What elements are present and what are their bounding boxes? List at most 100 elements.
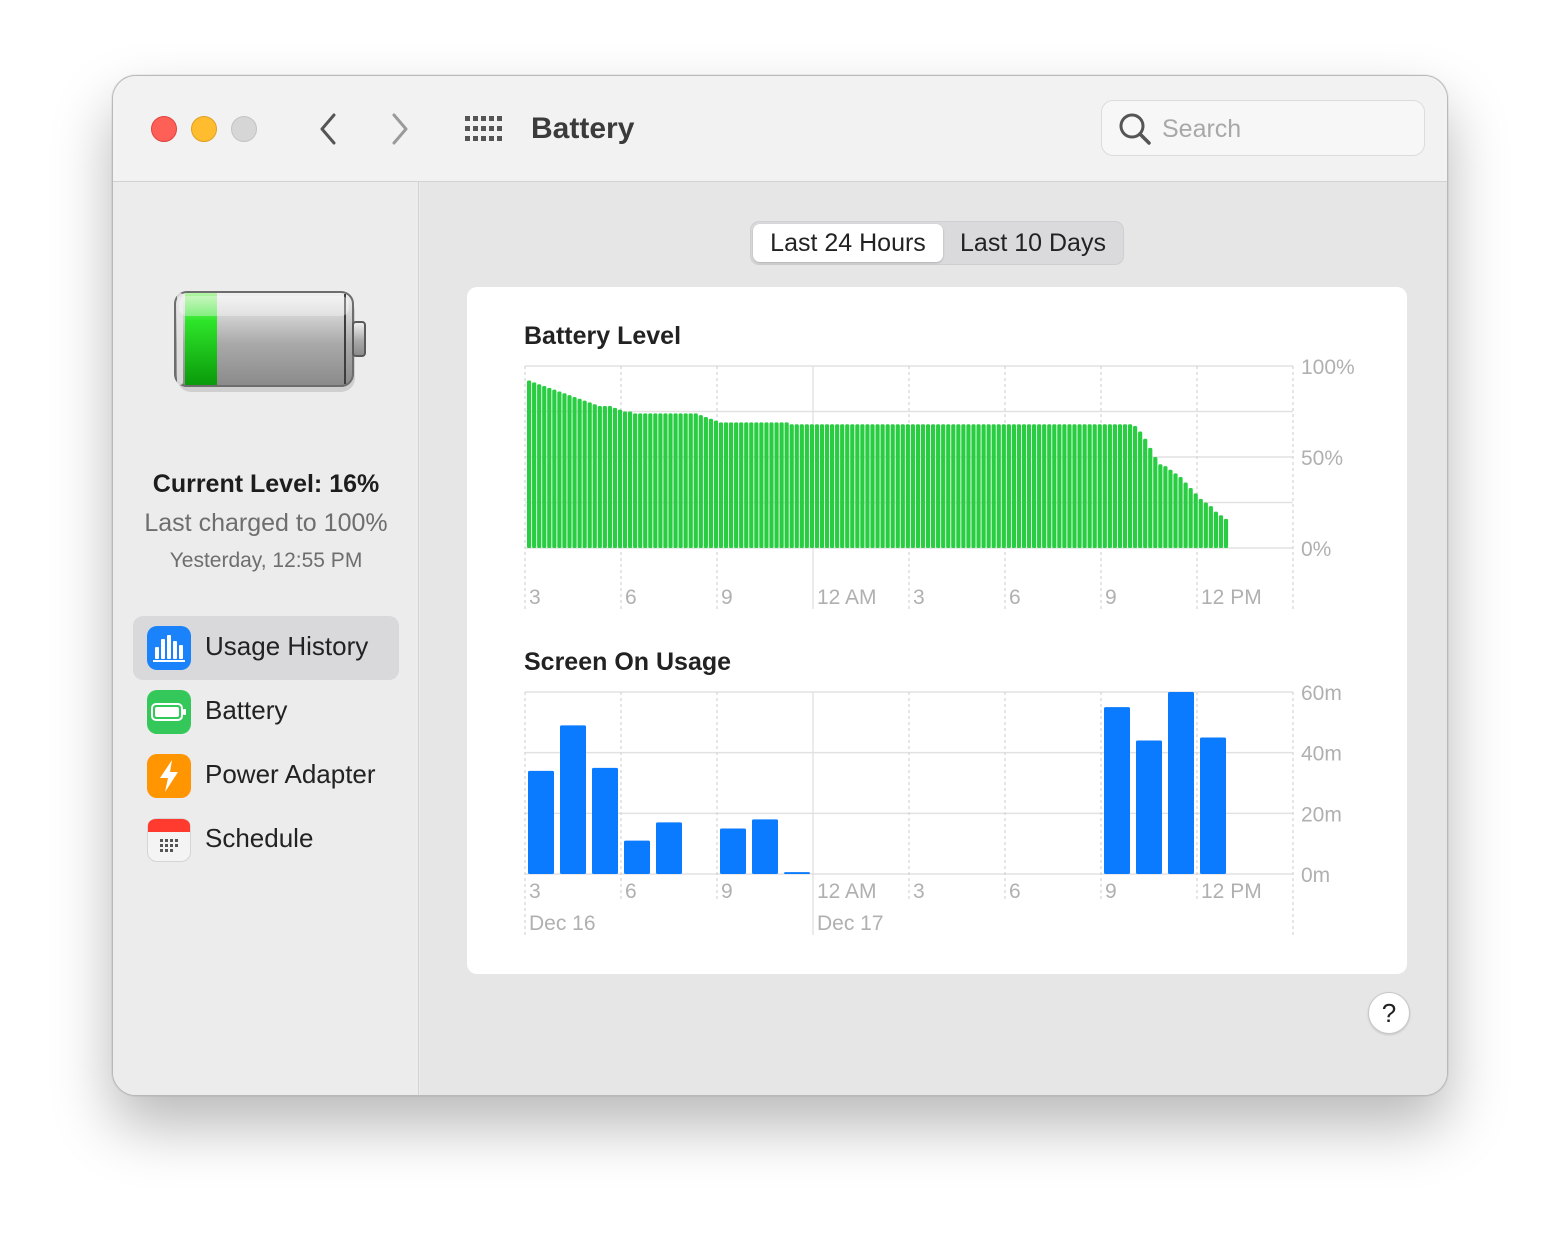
battery-level-bar bbox=[612, 407, 618, 548]
battery-level-bar bbox=[1138, 431, 1143, 548]
battery-level-bar bbox=[1203, 502, 1208, 548]
sidebar-item-schedule[interactable]: Schedule bbox=[133, 808, 399, 872]
battery-level-bar bbox=[557, 391, 562, 548]
minimize-window-button[interactable] bbox=[191, 116, 217, 142]
battery-level-bar bbox=[1158, 464, 1163, 548]
battery-level-bar bbox=[572, 396, 577, 548]
screen-usage-bar bbox=[720, 828, 746, 874]
battery-level-bar bbox=[703, 416, 708, 548]
battery-level-bar bbox=[789, 424, 794, 548]
screen-y-tick-label: 20m bbox=[1301, 803, 1342, 826]
screen-x-tick-label: 12 PM bbox=[1201, 880, 1262, 903]
battery-level-bar bbox=[981, 424, 986, 548]
battery-level-bar bbox=[749, 422, 754, 548]
screen-usage-bar bbox=[624, 840, 650, 874]
battery-level-bar bbox=[1148, 447, 1153, 548]
battery-level-bar bbox=[658, 413, 663, 548]
battery-x-tick-label: 9 bbox=[1105, 586, 1117, 609]
screen-date-label: Dec 16 bbox=[529, 912, 596, 935]
power-adapter-icon bbox=[147, 754, 191, 798]
screen-date-label: Dec 17 bbox=[817, 912, 884, 935]
battery-level-bar bbox=[915, 424, 921, 548]
battery-level-bar bbox=[1072, 424, 1077, 548]
battery-x-tick-label: 3 bbox=[913, 586, 925, 609]
battery-level-bar bbox=[850, 424, 855, 548]
help-button[interactable]: ? bbox=[1368, 992, 1410, 1034]
battery-level-bar bbox=[1026, 424, 1032, 548]
battery-level-bar bbox=[910, 424, 915, 548]
battery-level-bar bbox=[996, 424, 1001, 548]
screen-usage-bar bbox=[560, 725, 586, 874]
sidebar-item-power-adapter[interactable]: Power Adapter bbox=[133, 744, 399, 808]
battery-level-bar bbox=[774, 422, 779, 548]
battery-level-bar bbox=[809, 424, 814, 548]
battery-level-bar bbox=[587, 402, 592, 548]
charged-time-label: Yesterday, 12:55 PM bbox=[169, 549, 363, 572]
battery-level-bar bbox=[542, 386, 547, 548]
battery-level-bar bbox=[1011, 424, 1016, 548]
screen-x-tick-label: 12 AM bbox=[817, 880, 877, 903]
battery-level-bar bbox=[759, 422, 764, 548]
search-field[interactable] bbox=[1101, 100, 1425, 156]
forward-button[interactable] bbox=[383, 110, 417, 148]
zoom-window-button[interactable] bbox=[231, 116, 257, 142]
main-content: Last 24 Hours Last 10 Days Battery Level… bbox=[420, 182, 1447, 1095]
battery-level-bar bbox=[799, 424, 804, 548]
battery-level-bar bbox=[713, 420, 719, 548]
battery-level-bar bbox=[633, 413, 638, 548]
battery-level-bar bbox=[527, 380, 532, 548]
battery-level-bar bbox=[1102, 424, 1107, 548]
battery-x-tick-label: 3 bbox=[529, 586, 541, 609]
search-input[interactable] bbox=[1162, 111, 1412, 147]
screen-x-tick-label: 6 bbox=[1009, 880, 1021, 903]
battery-level-bar bbox=[1016, 424, 1022, 548]
sidebar-item-label: Battery bbox=[205, 695, 288, 725]
battery-level-bar bbox=[648, 413, 653, 548]
tab-last-24-hours[interactable]: Last 24 Hours bbox=[753, 224, 943, 262]
battery-preferences-window: Battery Search Current Level: 16% Last c… bbox=[112, 75, 1448, 1096]
battery-level-bar bbox=[1082, 424, 1087, 548]
screen-y-tick-label: 60m bbox=[1301, 682, 1342, 705]
battery-level-bar bbox=[1042, 424, 1047, 548]
battery-level-bar bbox=[567, 395, 572, 548]
screen-usage-bar bbox=[1200, 737, 1226, 874]
battery-level-bar bbox=[1188, 487, 1193, 548]
battery-level-bar bbox=[668, 413, 673, 548]
tab-last-10-days[interactable]: Last 10 Days bbox=[945, 224, 1121, 262]
sidebar-item-battery[interactable]: Battery bbox=[133, 680, 399, 744]
close-window-button[interactable] bbox=[151, 116, 177, 142]
battery-level-bar bbox=[814, 424, 820, 548]
back-button[interactable] bbox=[311, 110, 345, 148]
battery-y-tick-label: 50% bbox=[1301, 447, 1343, 470]
battery-level-bar bbox=[708, 418, 713, 548]
window-title: Battery bbox=[531, 112, 635, 145]
battery-level-bar bbox=[804, 424, 809, 548]
battery-level-bar bbox=[769, 422, 774, 548]
battery-x-tick-label: 12 PM bbox=[1201, 586, 1262, 609]
screen-usage-bar bbox=[656, 822, 682, 874]
battery-level-bar bbox=[1133, 426, 1138, 548]
battery-level-bar bbox=[1168, 469, 1173, 548]
sidebar-item-usage-history[interactable]: Usage History bbox=[133, 616, 399, 680]
screen-usage-bar bbox=[1136, 740, 1162, 874]
battery-level-bar bbox=[936, 424, 941, 548]
battery-level-bar bbox=[1067, 424, 1072, 548]
battery-level-bar bbox=[1107, 424, 1112, 548]
battery-level-bar bbox=[1153, 457, 1158, 548]
battery-level-bar bbox=[951, 424, 956, 548]
battery-level-bar bbox=[617, 409, 623, 548]
screen-usage-bar bbox=[1104, 707, 1130, 874]
battery-level-bar bbox=[855, 424, 860, 548]
battery-level-bar bbox=[602, 406, 607, 548]
show-all-button[interactable] bbox=[463, 112, 503, 146]
battery-level-bar bbox=[824, 424, 830, 548]
battery-level-bar bbox=[1223, 518, 1229, 548]
sidebar-item-label: Schedule bbox=[205, 823, 314, 853]
battery-level-bar bbox=[723, 422, 729, 548]
battery-level-bar bbox=[931, 424, 936, 548]
battery-level-bar bbox=[865, 424, 870, 548]
battery-y-tick-label: 100% bbox=[1301, 356, 1355, 379]
chevron-left-icon bbox=[320, 113, 336, 145]
battery-level-bar bbox=[607, 406, 612, 548]
battery-level-bar bbox=[976, 424, 981, 548]
